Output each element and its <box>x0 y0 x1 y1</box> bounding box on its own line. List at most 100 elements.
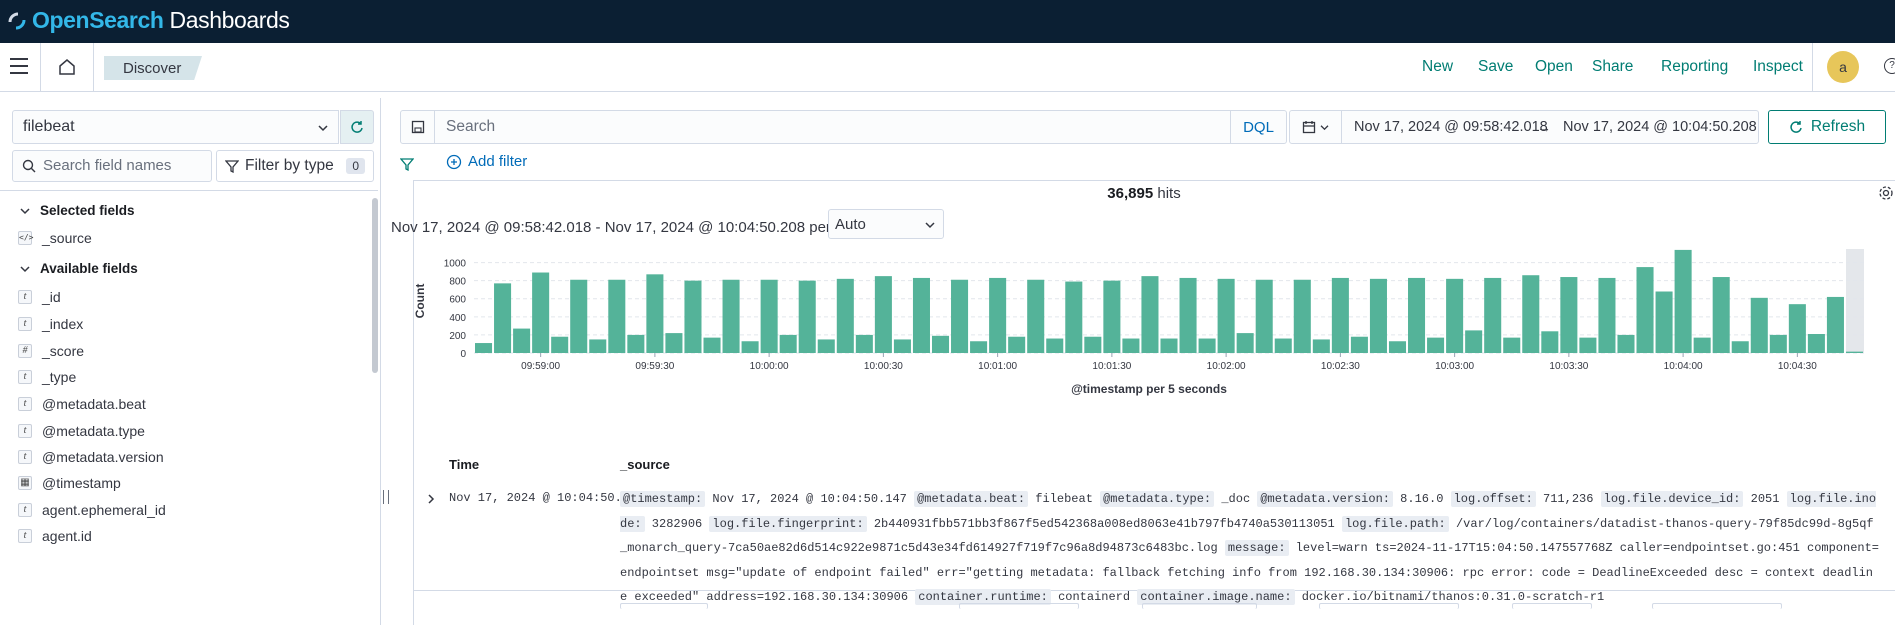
query-language-button[interactable]: DQL <box>1230 111 1286 143</box>
field-item[interactable]: t @metadata.beat <box>18 396 146 412</box>
histogram-chart: 0 200 400 600 800 1000 09:59:00 09:59:30 10:00:0… <box>413 249 1864 396</box>
sidebar-scrollbar[interactable] <box>372 198 378 373</box>
histogram-bar <box>1769 334 1787 353</box>
end-date[interactable]: Nov 17, 2024 @ 10:04:50.208 <box>1563 119 1757 135</box>
histogram-bar <box>1465 330 1483 353</box>
histogram-bar <box>1103 280 1121 353</box>
field-item[interactable]: # _score <box>18 343 84 359</box>
interval-select[interactable]: Auto <box>828 209 944 239</box>
home-icon[interactable] <box>57 57 77 77</box>
hits-count: 36,895 hits <box>1107 185 1181 202</box>
field-item[interactable]: t @metadata.type <box>18 423 145 439</box>
histogram-bar <box>760 279 778 353</box>
field-item[interactable]: t _id <box>18 289 61 305</box>
field-key: log.file.fingerprint: <box>709 515 867 532</box>
string-type-icon: t <box>18 450 32 464</box>
histogram-bar <box>1807 334 1825 353</box>
breadcrumb-discover[interactable]: Discover <box>104 56 202 80</box>
reporting-button[interactable]: Reporting <box>1661 58 1728 76</box>
menu-icon[interactable] <box>10 58 28 74</box>
field-search-box[interactable] <box>12 150 212 182</box>
histogram-bar <box>1388 341 1407 353</box>
field-key: message: <box>1224 540 1289 556</box>
field-key: @metadata.beat: <box>914 491 1029 507</box>
filter-bar <box>400 152 414 176</box>
save-button[interactable]: Save <box>1478 58 1513 76</box>
table-row <box>414 593 1895 633</box>
user-avatar[interactable]: a <box>1827 51 1859 83</box>
field-value: 8.16.0 <box>1392 492 1451 506</box>
field-item-source[interactable]: </> _source <box>18 230 92 246</box>
histogram-bar <box>1408 277 1426 353</box>
string-type-icon: t <box>18 397 32 411</box>
refresh-index-button[interactable] <box>340 110 374 144</box>
inspect-button[interactable]: Inspect <box>1753 58 1803 76</box>
query-input[interactable] <box>446 118 1186 136</box>
start-date[interactable]: Nov 17, 2024 @ 09:58:42.018 <box>1354 119 1548 135</box>
filter-icon <box>225 160 239 173</box>
arrow-right-icon: → <box>1537 119 1551 135</box>
chevron-down-icon <box>20 265 30 272</box>
histogram-bar <box>1503 337 1521 353</box>
sidebar-resize-handle[interactable] <box>383 490 389 504</box>
discover-main: DQL Nov 17, 2024 @ 09:58:42.018 → Nov 17… <box>390 98 1895 625</box>
histogram-bar <box>798 280 816 353</box>
histogram-bar <box>1179 277 1197 353</box>
share-button[interactable]: Share <box>1592 58 1633 76</box>
available-fields-header[interactable]: Available fields <box>20 261 138 276</box>
histogram-bar <box>874 276 892 353</box>
field-key: log.file.device_id: <box>1600 491 1744 507</box>
field-sidebar: filebeat Filter by type 0 Selected field… <box>0 98 381 625</box>
field-value: 711,236 <box>1535 492 1601 506</box>
opensearch-logo[interactable]: OpenSearch Dashboards <box>6 7 290 34</box>
field-item[interactable]: ▦ @timestamp <box>18 475 121 491</box>
index-pattern-select[interactable]: filebeat <box>12 110 339 144</box>
date-picker: Nov 17, 2024 @ 09:58:42.018 → Nov 17, 20… <box>1289 110 1759 144</box>
histogram-bar <box>1560 277 1578 353</box>
x-tick-label: 10:03:00 <box>1435 361 1474 372</box>
field-item[interactable]: t @metadata.version <box>18 449 164 465</box>
field-item[interactable]: t _type <box>18 369 76 385</box>
y-tick-label: 1000 <box>444 259 467 270</box>
histogram-bar <box>1065 281 1083 353</box>
y-tick-label: 0 <box>460 349 466 360</box>
histogram-bar <box>893 339 911 353</box>
string-type-icon: t <box>18 370 32 384</box>
partial-bucket-shade <box>1846 249 1864 353</box>
saved-query-button[interactable] <box>401 111 435 143</box>
histogram-bar <box>665 333 683 353</box>
histogram-bar <box>1731 341 1749 353</box>
refresh-icon <box>351 121 363 133</box>
chevron-right-icon[interactable] <box>426 493 436 505</box>
histogram-bar <box>608 279 626 353</box>
refresh-icon <box>1790 121 1802 133</box>
field-name: _id <box>42 289 61 305</box>
add-filter-button[interactable]: Add filter <box>446 153 527 170</box>
new-button[interactable]: New <box>1422 58 1453 76</box>
gear-icon[interactable] <box>1878 185 1894 201</box>
x-tick-label: 10:00:30 <box>864 361 903 372</box>
help-icon[interactable]: ? <box>1884 58 1895 74</box>
selected-fields-header[interactable]: Selected fields <box>20 203 135 218</box>
refresh-button[interactable]: Refresh <box>1768 110 1886 144</box>
histogram-bar <box>1369 278 1387 353</box>
field-name: agent.id <box>42 528 92 544</box>
quick-select-button[interactable] <box>1290 111 1342 143</box>
source-column-header[interactable]: _source <box>620 457 670 472</box>
field-item[interactable]: t agent.ephemeral_id <box>18 502 166 518</box>
time-column-header[interactable]: Time <box>449 457 479 472</box>
x-tick-label: 10:04:00 <box>1664 361 1703 372</box>
filter-by-type-button[interactable]: Filter by type 0 <box>216 150 374 182</box>
y-axis-label: Count <box>413 284 427 319</box>
filter-icon[interactable] <box>400 157 414 171</box>
field-name: _source <box>42 230 92 246</box>
field-item[interactable]: t agent.id <box>18 528 92 544</box>
field-item[interactable]: t _index <box>18 316 83 332</box>
field-name: _score <box>42 343 85 359</box>
field-search-input[interactable] <box>43 157 203 174</box>
open-button[interactable]: Open <box>1535 58 1573 76</box>
histogram-bar <box>627 334 645 353</box>
divider <box>40 43 41 91</box>
query-bar: DQL <box>400 110 1287 144</box>
refresh-label: Refresh <box>1810 118 1866 135</box>
